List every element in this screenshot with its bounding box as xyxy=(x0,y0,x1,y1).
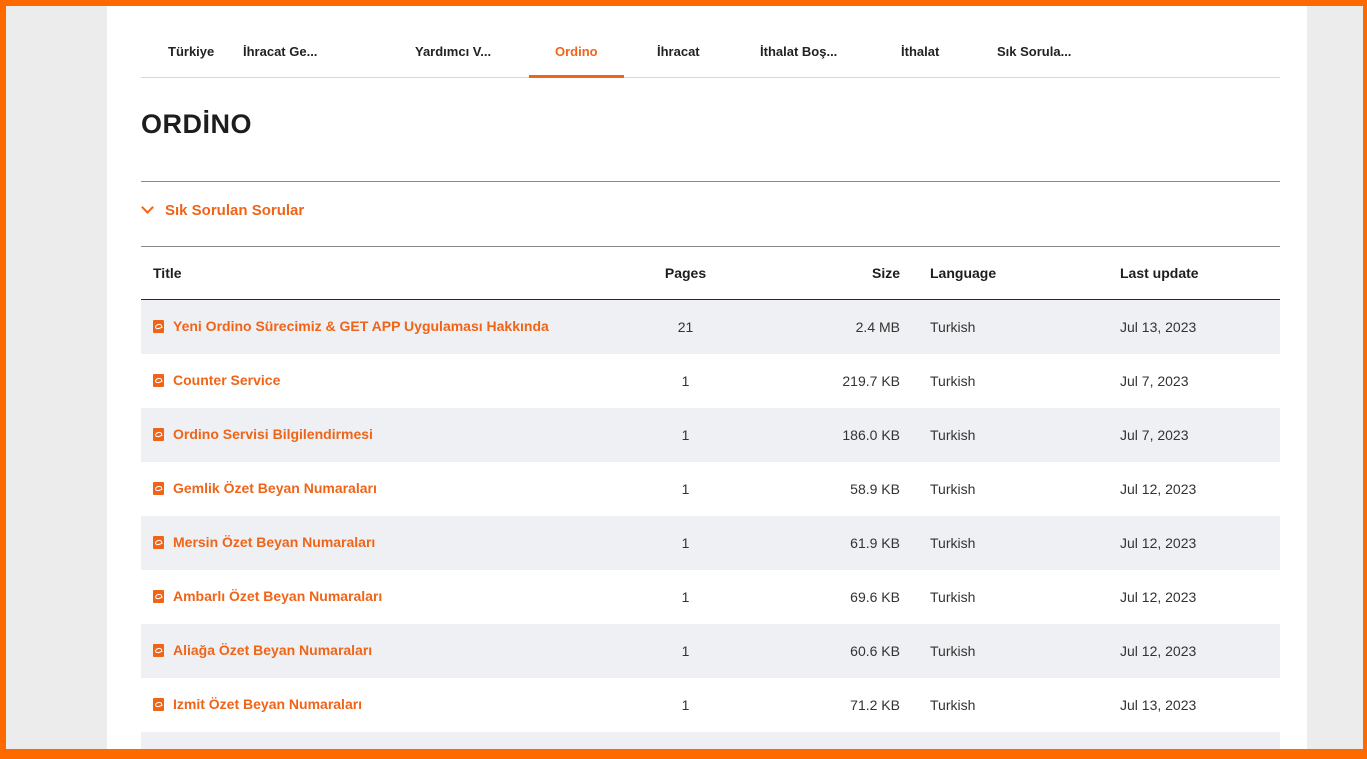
doc-last-update: Jul 13, 2023 xyxy=(1120,697,1197,713)
doc-size: 61.9 KB xyxy=(748,516,930,570)
tab-ithalat-bos[interactable]: İthalat Boş... xyxy=(760,37,837,77)
table-row: Ambarlı Özet Beyan Numaraları 1 69.6 KB … xyxy=(141,570,1280,624)
doc-language: Turkish xyxy=(930,299,1080,354)
doc-pages: 1 xyxy=(681,589,690,605)
doc-size: 198.4 KB xyxy=(748,732,930,749)
title-divider xyxy=(141,181,1280,182)
header-size[interactable]: Size xyxy=(748,247,930,300)
tab-yardimci[interactable]: Yardımcı V... xyxy=(415,37,491,77)
doc-title: Izmit Özet Beyan Numaraları xyxy=(173,696,363,713)
doc-pages: 1 xyxy=(623,516,748,570)
browser-frame: Türkiye İhracat Ge... Yardımcı V... Ordi… xyxy=(0,0,1367,759)
doc-last-update: Jul 12, 2023 xyxy=(1120,589,1197,605)
doc-link[interactable]: Yeni Ordino Sürecimiz & GET APP Uygulama… xyxy=(153,318,549,334)
documents-table: Title Pages Size Language Last update Ye… xyxy=(141,247,1280,759)
doc-pages: 21 xyxy=(623,299,748,354)
doc-language: Turkish xyxy=(930,373,976,389)
table-row: Yeni Ordino Sürecimiz & GET APP Uygulama… xyxy=(141,299,1280,354)
doc-pages: 1 xyxy=(681,373,690,389)
doc-language: Turkish xyxy=(930,697,976,713)
doc-size: 2.4 MB xyxy=(748,299,930,354)
doc-link[interactable]: Counter Service xyxy=(153,372,280,388)
pdf-icon xyxy=(153,589,164,603)
doc-size: 219.7 KB xyxy=(842,373,900,389)
doc-link[interactable]: Ordino Servisi Bilgilendirmesi xyxy=(153,426,373,442)
doc-last-update: Jul 13, 2023 xyxy=(1080,299,1280,354)
doc-language: Turkish xyxy=(930,408,1080,462)
section-label: Sık Sorulan Sorular xyxy=(165,202,305,219)
doc-language: Turkish xyxy=(930,624,1080,678)
header-pages[interactable]: Pages xyxy=(623,247,748,300)
table-row: Izmit Özet Beyan Numaraları 1 71.2 KB Tu… xyxy=(141,678,1280,732)
chevron-down-icon xyxy=(141,201,154,214)
doc-link[interactable]: Mersin Özet Beyan Numaraları xyxy=(153,534,375,550)
doc-size: 58.9 KB xyxy=(850,481,900,497)
header-last-update[interactable]: Last update xyxy=(1080,247,1280,300)
doc-language: Turkish xyxy=(930,481,976,497)
tab-ithalat[interactable]: İthalat xyxy=(901,37,939,77)
faq-section-toggle[interactable]: Sık Sorulan Sorular xyxy=(141,201,305,219)
doc-size: 71.2 KB xyxy=(850,697,900,713)
pdf-icon xyxy=(153,535,164,549)
doc-language: Turkish xyxy=(930,589,976,605)
doc-pages: 1 xyxy=(681,481,690,497)
doc-size: 186.0 KB xyxy=(748,408,930,462)
doc-pages: 1 xyxy=(681,697,690,713)
doc-title: Aliağa Özet Beyan Numaraları xyxy=(173,642,373,659)
header-language[interactable]: Language xyxy=(930,247,1080,300)
table-row: Aliağa Özet Beyan Numaraları 1 60.6 KB T… xyxy=(141,624,1280,678)
tab-turkiye[interactable]: Türkiye xyxy=(168,37,214,77)
doc-title: Gemlik Özet Beyan Numaraları xyxy=(173,480,377,497)
doc-title: Mersin Özet Beyan Numaraları xyxy=(173,534,376,551)
tab-sik-sorulan[interactable]: Sık Sorula... xyxy=(997,37,1071,77)
doc-last-update: Jul 7, 2023 xyxy=(1120,373,1189,389)
doc-last-update: Jul 12, 2023 xyxy=(1120,481,1197,497)
doc-link[interactable]: Aliağa Özet Beyan Numaraları xyxy=(153,642,372,658)
pdf-icon xyxy=(153,752,164,759)
doc-pages: 1 xyxy=(623,624,748,678)
doc-size: 60.6 KB xyxy=(748,624,930,678)
header-title[interactable]: Title xyxy=(141,247,623,300)
doc-link[interactable]: Izmit Özet Beyan Numaraları xyxy=(153,696,362,712)
table-row: HAPAG-LLOYD TURKIYE ORDINO 1 198.4 KB Tu… xyxy=(141,732,1280,759)
doc-pages: 1 xyxy=(623,732,748,749)
doc-language: Turkish xyxy=(930,516,1080,570)
doc-pages: 1 xyxy=(623,408,748,462)
doc-link[interactable]: HAPAG-LLOYD TURKIYE ORDINO xyxy=(153,750,400,759)
doc-title: Yeni Ordino Sürecimiz & GET APP Uygulama… xyxy=(173,318,549,335)
doc-last-update: Jul 11, 2023 xyxy=(1080,732,1280,749)
content-panel: Türkiye İhracat Ge... Yardımcı V... Ordi… xyxy=(107,6,1307,759)
table-row: Mersin Özet Beyan Numaraları 1 61.9 KB T… xyxy=(141,516,1280,570)
doc-last-update: Jul 12, 2023 xyxy=(1080,624,1280,678)
tab-ihracat[interactable]: İhracat xyxy=(657,37,700,77)
tab-ihracat-genel[interactable]: İhracat Ge... xyxy=(243,37,317,77)
doc-last-update: Jul 12, 2023 xyxy=(1080,516,1280,570)
doc-last-update: Jul 7, 2023 xyxy=(1080,408,1280,462)
table-row: Counter Service 1 219.7 KB Turkish Jul 7… xyxy=(141,354,1280,408)
table-row: Gemlik Özet Beyan Numaraları 1 58.9 KB T… xyxy=(141,462,1280,516)
tab-bar: Türkiye İhracat Ge... Yardımcı V... Ordi… xyxy=(141,37,1280,78)
table-row: Ordino Servisi Bilgilendirmesi 1 186.0 K… xyxy=(141,408,1280,462)
pdf-icon xyxy=(153,373,164,387)
table-body: Yeni Ordino Sürecimiz & GET APP Uygulama… xyxy=(141,299,1280,759)
doc-title: HAPAG-LLOYD TURKIYE ORDINO xyxy=(173,750,400,759)
doc-title: Ambarlı Özet Beyan Numaraları xyxy=(173,588,383,605)
doc-link[interactable]: Gemlik Özet Beyan Numaraları xyxy=(153,480,377,496)
pdf-icon xyxy=(153,319,164,333)
page-title: ORDİNO xyxy=(141,109,252,139)
table-header: Title Pages Size Language Last update xyxy=(141,247,1280,300)
doc-title: Counter Service xyxy=(173,372,281,389)
pdf-icon xyxy=(153,481,164,495)
pdf-icon xyxy=(153,643,164,657)
doc-language: Turkish xyxy=(930,732,1080,749)
doc-link[interactable]: Ambarlı Özet Beyan Numaraları xyxy=(153,588,382,604)
pdf-icon xyxy=(153,697,164,711)
pdf-icon xyxy=(153,427,164,441)
doc-title: Ordino Servisi Bilgilendirmesi xyxy=(173,426,373,443)
doc-size: 69.6 KB xyxy=(850,589,900,605)
tab-ordino[interactable]: Ordino xyxy=(529,37,623,78)
